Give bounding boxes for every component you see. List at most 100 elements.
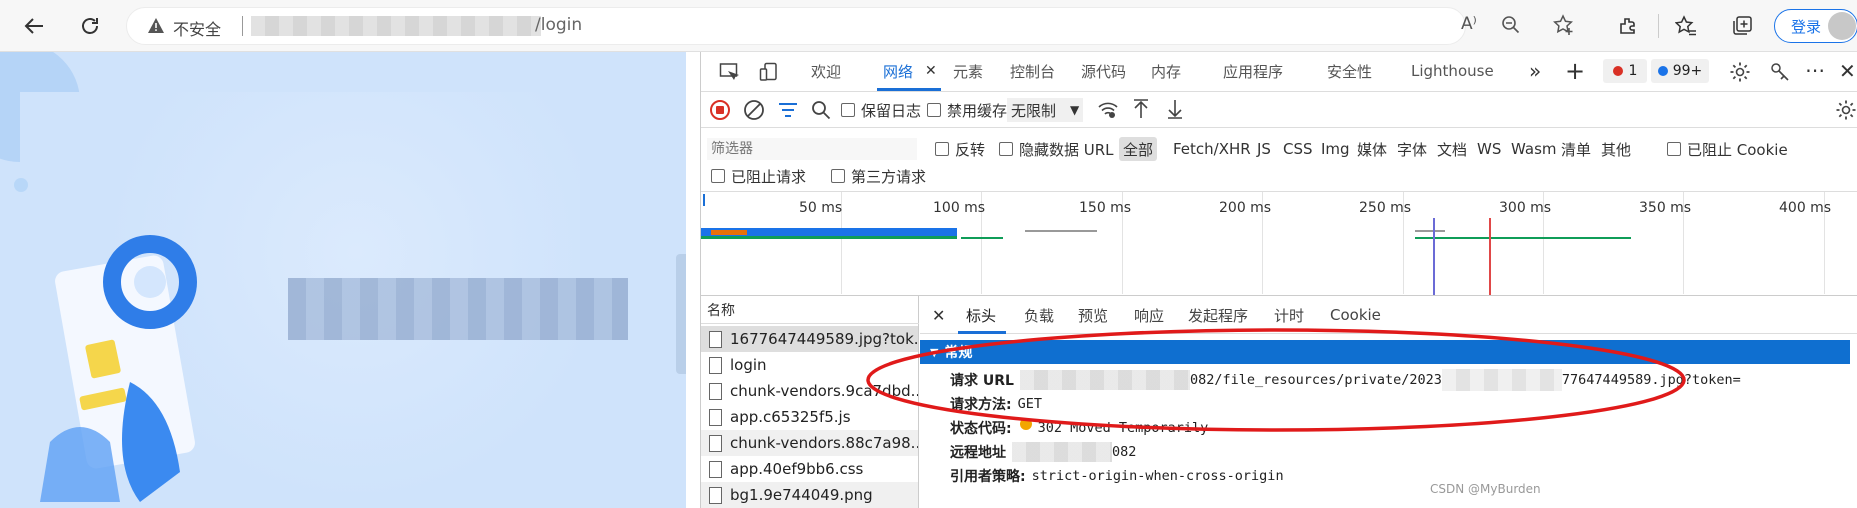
filter-icon[interactable]	[777, 100, 799, 124]
zoom-out-icon[interactable]	[1501, 15, 1521, 39]
filter-input[interactable]	[707, 138, 917, 160]
favorite-add-icon[interactable]	[1553, 14, 1575, 40]
tab-cookie[interactable]: Cookie	[1330, 296, 1381, 334]
network-settings-gear-icon[interactable]	[1835, 99, 1857, 125]
tab-security[interactable]: 安全性	[1327, 52, 1372, 90]
list-item[interactable]: login	[701, 352, 918, 378]
blurred-title	[288, 278, 628, 340]
avatar[interactable]	[1828, 12, 1856, 40]
filter-type-css[interactable]: CSS	[1283, 137, 1313, 161]
list-item[interactable]: chunk-vendors.9ca7dbd...	[701, 378, 918, 404]
tab-memory[interactable]: 内存	[1151, 52, 1181, 90]
tab-initiator[interactable]: 发起程序	[1188, 296, 1248, 334]
tab-lighthouse[interactable]: Lighthouse	[1411, 52, 1494, 90]
disable-cache-toggle[interactable]: 禁用缓存	[927, 98, 1007, 122]
status-row: 状态代码: 302 Moved Temporarily	[950, 416, 1208, 440]
checkbox[interactable]	[1667, 142, 1681, 156]
filter-type-ws[interactable]: WS	[1477, 137, 1501, 161]
file-icon	[709, 434, 722, 452]
filter-bar: 反转 隐藏数据 URL 全部 Fetch/XHR JS CSS Img 媒体 字…	[701, 128, 1857, 192]
tab-network[interactable]: 网络 ✕	[883, 52, 937, 90]
filter-type-img[interactable]: Img	[1321, 137, 1350, 161]
page-viewport	[0, 52, 700, 508]
blurred-path	[1441, 369, 1562, 391]
tab-sources[interactable]: 源代码	[1081, 52, 1126, 90]
list-item[interactable]: chunk-vendors.88c7a98...	[701, 430, 918, 456]
device-emulation-icon[interactable]	[759, 62, 779, 86]
filter-type-fetch-xhr[interactable]: Fetch/XHR	[1173, 137, 1251, 161]
filter-type-js[interactable]: JS	[1257, 137, 1271, 161]
method-row: 请求方法: GET	[950, 392, 1042, 416]
tab-headers[interactable]: 标头	[966, 296, 996, 334]
read-aloud-icon[interactable]: A⁾	[1461, 14, 1477, 34]
filter-type-doc[interactable]: 文档	[1437, 137, 1467, 161]
export-har-icon[interactable]	[1165, 98, 1185, 124]
blocked-requests-toggle[interactable]: 已阻止请求	[711, 164, 806, 188]
blurred-host	[1019, 370, 1190, 390]
list-item[interactable]: bg1.9e744049.png	[701, 482, 918, 508]
collections-icon[interactable]	[1726, 10, 1758, 42]
import-har-icon[interactable]	[1131, 98, 1151, 124]
warning-icon[interactable]	[147, 17, 165, 39]
blocked-cookie-toggle[interactable]: 已阻止 Cookie	[1667, 137, 1788, 161]
tab-elements[interactable]: 元素	[953, 52, 983, 90]
settings-gear-icon[interactable]	[1729, 61, 1751, 87]
filter-type-other[interactable]: 其他	[1601, 137, 1631, 161]
throttle-select[interactable]: 无限制 ▼	[1007, 98, 1083, 122]
file-name: login	[730, 356, 767, 374]
extensions-icon[interactable]	[1612, 10, 1644, 42]
add-tab-icon[interactable]: +	[1565, 52, 1585, 90]
close-icon[interactable]: ✕	[925, 63, 937, 79]
checkbox[interactable]	[999, 142, 1013, 156]
network-conditions-icon[interactable]	[1097, 100, 1119, 124]
record-stop-icon[interactable]	[709, 99, 731, 125]
list-item[interactable]: 1677647449589.jpg?tok...	[701, 326, 918, 352]
hide-data-url-toggle[interactable]: 隐藏数据 URL	[999, 137, 1114, 161]
checkbox[interactable]	[711, 169, 725, 183]
preserve-log-toggle[interactable]: 保留日志	[841, 98, 921, 122]
blurred-address	[1012, 442, 1112, 462]
list-item[interactable]: app.c65325f5.js	[701, 404, 918, 430]
clear-icon[interactable]	[743, 99, 765, 125]
list-item[interactable]: app.40ef9bb6.css	[701, 456, 918, 482]
tab-welcome[interactable]: 欢迎	[811, 52, 841, 90]
page-edge	[686, 52, 700, 508]
checkbox[interactable]	[831, 169, 845, 183]
filter-type-manifest[interactable]: 清单	[1561, 137, 1591, 161]
checkbox[interactable]	[935, 142, 949, 156]
close-devtools-icon[interactable]: ✕	[1839, 59, 1856, 83]
filter-type-all[interactable]: 全部	[1119, 137, 1158, 161]
address-bar[interactable]: 不安全 /login A⁾	[126, 7, 1573, 45]
third-party-toggle[interactable]: 第三方请求	[831, 164, 926, 188]
close-icon[interactable]: ✕	[932, 296, 945, 334]
invert-toggle[interactable]: 反转	[935, 137, 985, 161]
refresh-icon[interactable]	[74, 10, 106, 42]
filter-type-media[interactable]: 媒体	[1357, 137, 1387, 161]
tab-application[interactable]: 应用程序	[1223, 52, 1283, 90]
filter-type-font[interactable]: 字体	[1397, 137, 1427, 161]
search-icon[interactable]	[811, 100, 831, 124]
errors-badge[interactable]: 1	[1603, 59, 1647, 83]
tab-preview[interactable]: 预览	[1078, 296, 1108, 334]
tab-payload[interactable]: 负载	[1024, 296, 1054, 334]
customize-icon[interactable]	[1769, 61, 1791, 87]
more-options-icon[interactable]: ⋯	[1805, 58, 1825, 82]
timeline-overview[interactable]: 50 ms 100 ms 150 ms 200 ms 250 ms 300 ms…	[701, 192, 1857, 296]
third-party-label: 第三方请求	[851, 167, 927, 186]
filter-type-wasm[interactable]: Wasm	[1511, 137, 1557, 161]
checkbox[interactable]	[841, 103, 855, 117]
tick-label: 250 ms	[1359, 200, 1412, 216]
back-arrow-icon[interactable]	[18, 10, 50, 42]
issues-badge[interactable]: 99+	[1651, 59, 1709, 83]
tab-response[interactable]: 响应	[1134, 296, 1164, 334]
checkbox[interactable]	[927, 103, 941, 117]
errors-count: 1	[1628, 63, 1638, 79]
favorites-icon[interactable]	[1670, 10, 1702, 42]
tab-console[interactable]: 控制台	[1010, 52, 1055, 90]
inspect-icon[interactable]	[719, 62, 739, 86]
more-tabs-icon[interactable]: »	[1529, 52, 1541, 90]
name-column-header[interactable]: 名称	[701, 296, 919, 324]
file-icon	[709, 356, 722, 374]
general-section-header[interactable]: ▼ 常规	[920, 340, 1850, 364]
tab-timing[interactable]: 计时	[1274, 296, 1304, 334]
